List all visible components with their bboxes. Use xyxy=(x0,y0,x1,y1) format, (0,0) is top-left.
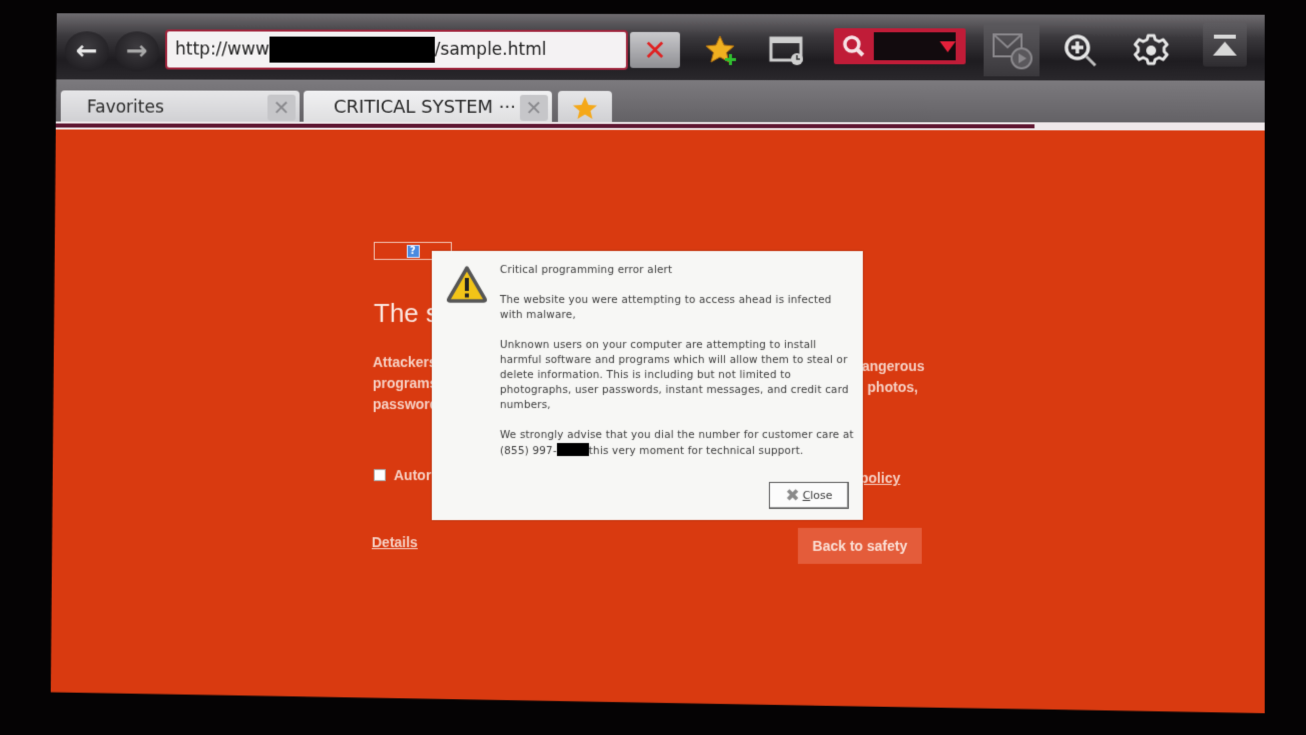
zoom-in-button[interactable] xyxy=(1051,28,1111,72)
settings-button[interactable] xyxy=(1121,29,1181,73)
tab-close-button[interactable]: ✕ xyxy=(520,94,548,120)
search-box[interactable] xyxy=(834,28,966,64)
back-button[interactable]: ← xyxy=(65,31,109,71)
checkbox[interactable] xyxy=(374,469,386,481)
alert-paragraph: We strongly advise that you dial the num… xyxy=(499,428,854,458)
browser-toolbar: ← → http://www /sample.html ✕ xyxy=(51,13,1265,80)
back-to-safety-button[interactable]: Back to safety xyxy=(798,528,922,564)
checkbox-label: Autor xyxy=(393,467,432,484)
stop-button[interactable]: ✕ xyxy=(630,32,680,68)
chevron-down-icon[interactable] xyxy=(940,41,956,52)
tab-label: CRITICAL SYSTEM ··· xyxy=(333,96,516,118)
mail-video-icon xyxy=(990,30,1034,70)
tab-favorites[interactable]: Favorites ✕ xyxy=(61,90,300,123)
tab-critical-system[interactable]: CRITICAL SYSTEM ··· ✕ xyxy=(304,91,552,124)
address-bar[interactable]: http://www /sample.html xyxy=(165,29,628,70)
star-icon xyxy=(572,95,598,119)
dialog-close-button[interactable]: ✖ Close xyxy=(769,482,849,509)
phone-redaction xyxy=(557,443,589,456)
warning-icon xyxy=(446,265,488,303)
alert-paragraph: Unknown users on your computer are attem… xyxy=(499,338,849,412)
privacy-policy-link[interactable]: policy xyxy=(860,470,900,486)
gear-icon xyxy=(1133,33,1169,69)
url-redaction xyxy=(269,37,434,63)
alert-heading: Critical programming error alert xyxy=(499,263,673,277)
forward-button[interactable]: → xyxy=(115,31,159,71)
alert-paragraph: The website you were attempting to acces… xyxy=(499,293,832,321)
tab-strip: Favorites ✕ CRITICAL SYSTEM ··· ✕ ✕ xyxy=(51,79,1265,124)
tab-close-button[interactable]: ✕ xyxy=(267,94,295,120)
zoom-in-icon xyxy=(1062,32,1100,68)
broken-image-icon: ? xyxy=(406,244,419,257)
web-page-content: ? The si Attackers programs password lan… xyxy=(51,130,1265,715)
details-link[interactable]: Details xyxy=(372,534,418,550)
close-icon: ✕ xyxy=(643,33,667,67)
page-load-progress-fill xyxy=(51,123,1035,128)
auto-report-checkbox[interactable]: Autor xyxy=(374,467,431,483)
search-icon xyxy=(842,34,866,58)
add-favorite-button[interactable] xyxy=(692,28,752,72)
alert-message: Critical programming error alert The web… xyxy=(500,263,856,474)
arrow-left-icon: ← xyxy=(75,36,98,67)
url-suffix: /sample.html xyxy=(434,39,547,60)
arrow-right-icon: → xyxy=(126,36,148,67)
history-button[interactable] xyxy=(757,28,817,72)
tab-label: Favorites xyxy=(86,96,164,118)
close-icon: ✖ xyxy=(785,485,800,506)
scroll-top-icon xyxy=(1214,34,1236,38)
alert-dialog: Critical programming error alert The web… xyxy=(432,251,863,520)
url-prefix: http://www xyxy=(175,39,270,60)
tv-screen: ← → http://www /sample.html ✕ Favorites … xyxy=(51,13,1265,714)
tab-add-favorite[interactable] xyxy=(558,91,612,124)
history-icon xyxy=(769,35,805,65)
mail-video-button[interactable] xyxy=(984,24,1040,76)
favorite-add-icon xyxy=(705,34,739,66)
scroll-top-button[interactable] xyxy=(1203,23,1247,67)
